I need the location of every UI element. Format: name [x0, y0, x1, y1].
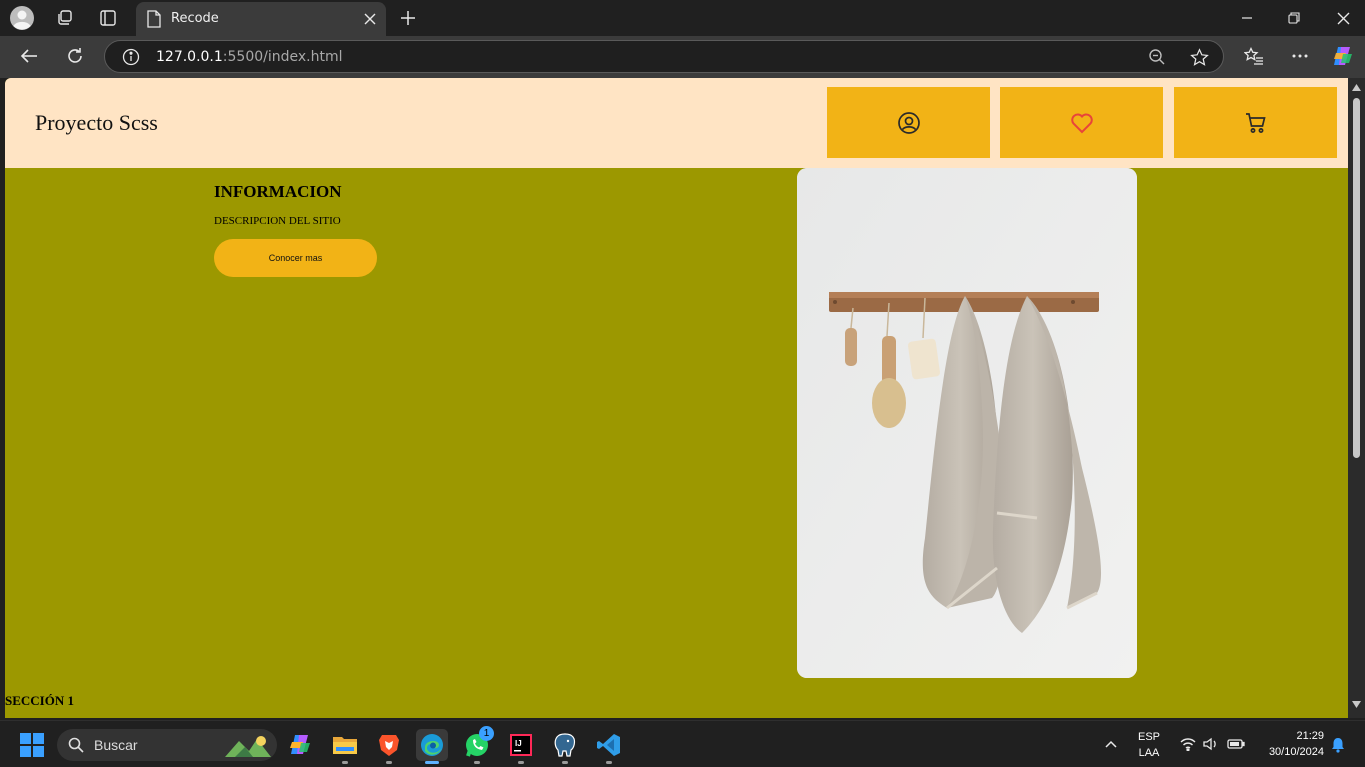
account-button[interactable]: [827, 87, 990, 158]
running-indicator: [562, 761, 568, 764]
notification-badge: 1: [479, 726, 494, 741]
close-tab-icon[interactable]: [358, 7, 382, 31]
site-header: Proyecto Scss: [5, 78, 1348, 168]
file-explorer-icon[interactable]: [329, 729, 361, 764]
clock-date[interactable]: 30/10/2024: [1255, 746, 1324, 758]
back-arrow-icon[interactable]: [17, 44, 41, 68]
svg-text:IJ: IJ: [515, 739, 522, 748]
search-icon: [68, 737, 84, 753]
zoom-out-icon[interactable]: [1145, 45, 1169, 69]
favorites-list-icon[interactable]: [1242, 44, 1266, 68]
vscode-icon[interactable]: [593, 729, 625, 764]
learn-more-button[interactable]: Conocer mas: [214, 239, 377, 277]
favorite-star-icon[interactable]: [1187, 45, 1211, 69]
page-document-icon: [142, 7, 166, 31]
address-bar[interactable]: 127.0.0.1:5500/index.html: [104, 40, 1224, 73]
running-indicator: [474, 761, 480, 764]
site-brand[interactable]: Proyecto Scss: [35, 110, 158, 136]
copilot-icon[interactable]: [1331, 44, 1355, 68]
site-info-icon[interactable]: [119, 45, 143, 69]
wifi-icon[interactable]: [1180, 737, 1196, 751]
workspaces-icon[interactable]: [53, 6, 77, 30]
profile-avatar-icon[interactable]: [10, 6, 34, 30]
info-title: INFORMACION: [214, 182, 342, 201]
running-indicator: [386, 761, 392, 764]
edge-browser-icon[interactable]: [416, 729, 448, 764]
scroll-down-icon[interactable]: [1352, 701, 1361, 708]
search-placeholder: Buscar: [94, 737, 138, 753]
scroll-thumb[interactable]: [1353, 98, 1360, 458]
search-highlight-icon: [225, 736, 271, 757]
cart-button[interactable]: [1174, 87, 1337, 158]
copilot-taskbar-icon[interactable]: [285, 729, 317, 761]
language-code[interactable]: ESP: [1133, 731, 1165, 743]
cart-icon: [1245, 112, 1266, 133]
brave-browser-icon[interactable]: [373, 729, 405, 764]
scroll-up-icon[interactable]: [1352, 84, 1361, 91]
url-text: 127.0.0.1:5500/index.html: [156, 49, 343, 65]
intellij-idea-icon[interactable]: IJ: [505, 729, 537, 764]
browser-toolbar: 127.0.0.1:5500/index.html: [0, 36, 1365, 78]
page-scrollbar[interactable]: [1348, 78, 1365, 718]
running-indicator: [342, 761, 348, 764]
heart-icon: [1070, 113, 1093, 133]
running-indicator: [606, 761, 612, 764]
close-window-icon[interactable]: [1331, 6, 1355, 30]
restore-icon[interactable]: [1282, 6, 1306, 30]
page-viewport: Proyecto Scss INFORMACION DESCRIPCION DE…: [5, 78, 1348, 718]
towels-hook-photo: [797, 168, 1137, 678]
info-description: DESCRIPCION DEL SITIO: [214, 215, 341, 227]
refresh-icon[interactable]: [63, 44, 87, 68]
new-tab-icon[interactable]: [396, 6, 420, 30]
vertical-tabs-icon[interactable]: [96, 6, 120, 30]
active-indicator: [425, 761, 439, 764]
browser-titlebar: Recode: [0, 0, 1365, 36]
clock-time[interactable]: 21:29: [1262, 730, 1324, 742]
running-indicator: [518, 761, 524, 764]
favorites-button[interactable]: [1000, 87, 1163, 158]
whatsapp-icon[interactable]: 1: [461, 726, 494, 764]
keyboard-layout[interactable]: LAA: [1133, 747, 1165, 759]
windows-taskbar: Buscar 1 IJ ESP LAA 21:29 30/10/2024: [0, 720, 1365, 767]
tab-title: Recode: [171, 11, 219, 26]
user-circle-icon: [897, 111, 920, 134]
section-label: SECCIÓN 1: [5, 693, 74, 708]
more-options-icon[interactable]: [1288, 44, 1312, 68]
notification-bell-icon[interactable]: [1331, 737, 1345, 753]
battery-icon[interactable]: [1227, 738, 1245, 750]
postgresql-elephant-icon[interactable]: [549, 729, 581, 764]
volume-icon[interactable]: [1203, 737, 1219, 751]
minimize-icon[interactable]: [1235, 6, 1259, 30]
browser-tab-active[interactable]: Recode: [136, 2, 386, 36]
start-windows-icon[interactable]: [16, 729, 48, 761]
chevron-up-icon[interactable]: [1105, 740, 1117, 748]
taskbar-search[interactable]: Buscar: [57, 729, 277, 761]
